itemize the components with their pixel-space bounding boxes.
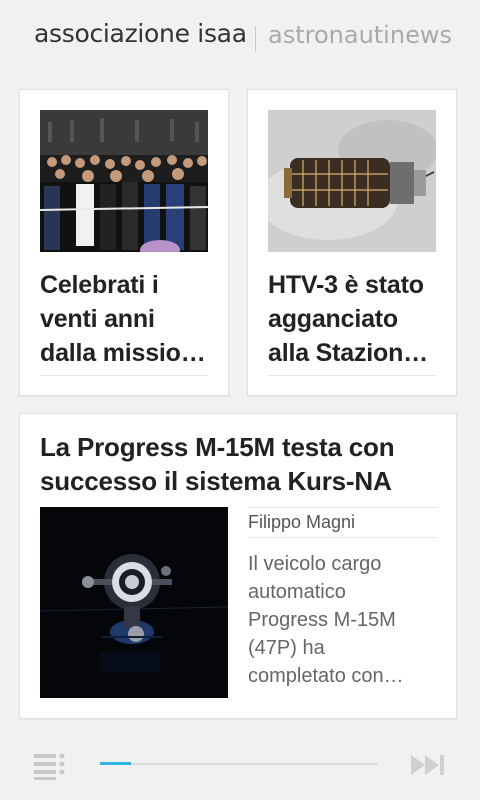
divider: [248, 507, 436, 508]
title-line: venti anni: [40, 305, 155, 333]
bottom-bar: [0, 735, 480, 800]
summary-line: completato con…: [248, 665, 404, 687]
header: associazione isaa astronautinews: [0, 0, 480, 70]
reading-progress-fill: [100, 762, 131, 765]
title-line: agganciato: [268, 305, 398, 333]
title-line: Celebrati i: [40, 271, 159, 299]
article-title: Celebrati i venti anni dalla missio…: [40, 268, 212, 370]
list-menu-icon[interactable]: [34, 752, 66, 780]
divider: [248, 537, 436, 538]
article-image-progress: [40, 507, 228, 698]
title-line: dalla missio…: [40, 339, 206, 367]
article-image-htv3: [268, 110, 436, 252]
article-card-htv3[interactable]: HTV-3 è stato agganciato alla Stazione…: [247, 89, 457, 396]
tab-astronautinews[interactable]: astronautinews: [268, 21, 452, 49]
summary-line: Il veicolo cargo: [248, 553, 382, 575]
tab-associazione-isaa[interactable]: associazione isaa: [34, 19, 247, 48]
title-line: HTV-3 è stato: [268, 271, 424, 299]
summary-line: Progress M-15M: [248, 609, 396, 631]
divider: [268, 375, 436, 376]
title-line: successo il sistema Kurs-NA: [40, 466, 392, 496]
article-card-celebrati[interactable]: Celebrati i venti anni dalla missio…: [19, 89, 229, 396]
reading-progress-bar[interactable]: [100, 762, 378, 765]
article-title: HTV-3 è stato agganciato alla Stazione…: [268, 268, 440, 370]
article-card-progress[interactable]: La Progress M-15M testa con successo il …: [19, 413, 457, 719]
title-line: alla Stazione…: [268, 339, 440, 367]
title-line: La Progress M-15M testa con: [40, 432, 395, 462]
article-title: La Progress M-15M testa con successo il …: [40, 430, 440, 498]
fast-forward-icon[interactable]: [411, 753, 447, 777]
divider: [40, 375, 208, 376]
summary-line: (47P) ha: [248, 637, 325, 659]
article-author: Filippo Magni: [248, 512, 356, 532]
summary-line: automatico: [248, 581, 346, 603]
article-image-ceremony: [40, 110, 208, 252]
tab-separator: [255, 26, 256, 52]
article-summary: Il veicolo cargo automatico Progress M-1…: [248, 550, 438, 690]
